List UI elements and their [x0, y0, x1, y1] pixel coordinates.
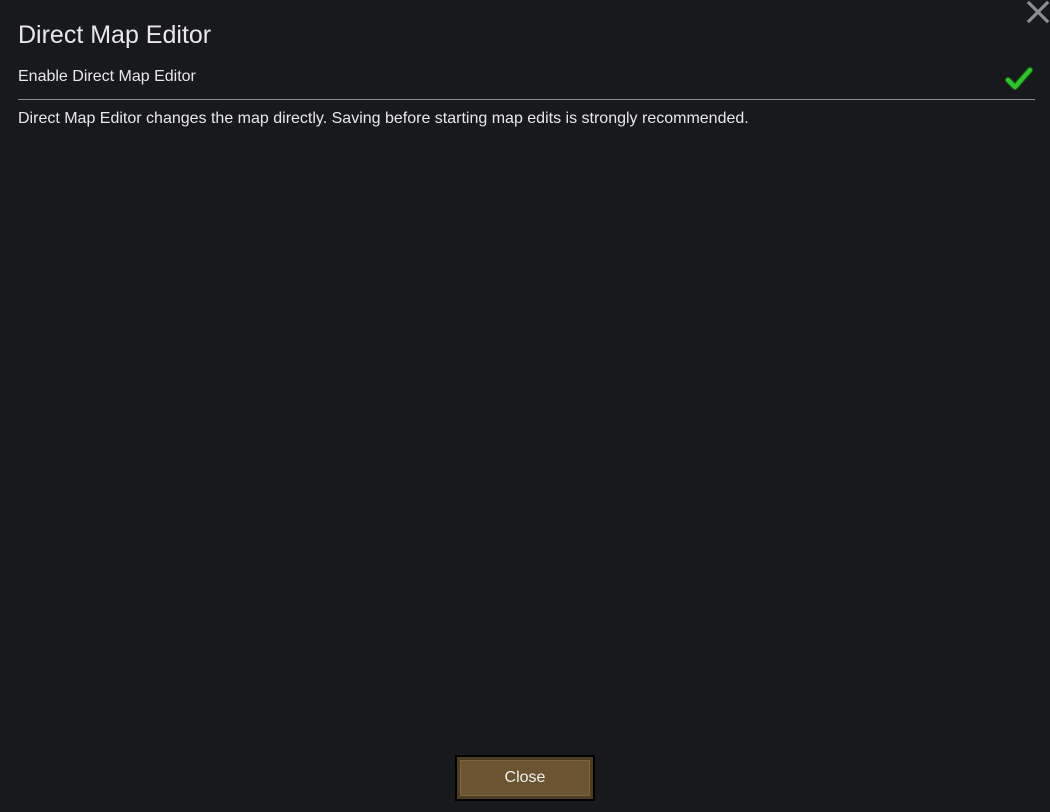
divider	[18, 99, 1035, 100]
option-label: Enable Direct Map Editor	[18, 68, 196, 85]
enable-direct-map-editor-option[interactable]: Enable Direct Map Editor	[18, 62, 1034, 98]
checkmark-icon[interactable]	[1004, 64, 1034, 94]
close-button-label: Close	[457, 757, 593, 799]
dialog-title: Direct Map Editor	[18, 21, 212, 49]
close-x-icon[interactable]	[1026, 0, 1050, 24]
description-text: Direct Map Editor changes the map direct…	[18, 110, 749, 127]
direct-map-editor-dialog: Direct Map Editor Enable Direct Map Edit…	[0, 0, 1050, 812]
close-button[interactable]: Close	[455, 755, 595, 801]
